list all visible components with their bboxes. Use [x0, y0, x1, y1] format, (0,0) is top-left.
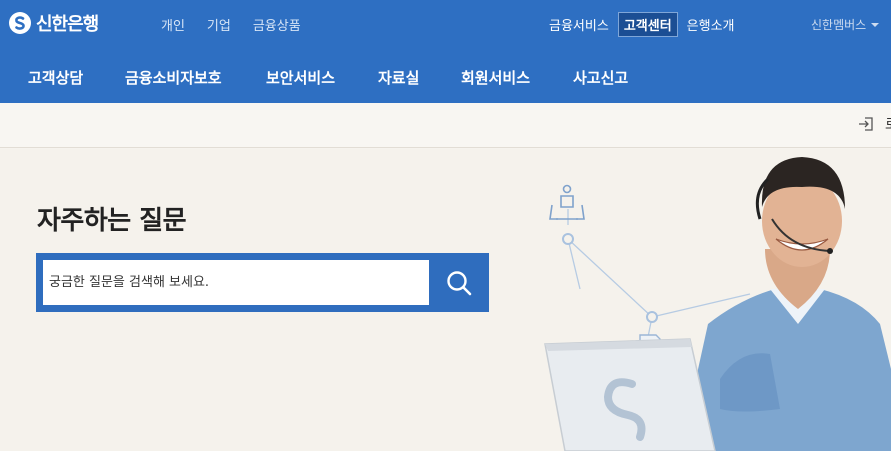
member-menu-label: 신한멤버스: [811, 18, 867, 32]
nav-financial-services[interactable]: 금융서비스: [549, 13, 609, 36]
faq-search-box: [36, 253, 489, 312]
faq-search-input[interactable]: [43, 260, 429, 305]
header: 신한은행 개인 기업 금융상품 금융서비스 고객센터 은행소개 신한멤버스 고객…: [0, 0, 891, 103]
laptop: [544, 338, 716, 451]
nav-bank-intro[interactable]: 은행소개: [687, 13, 735, 36]
nav-financial-products[interactable]: 금융상품: [253, 15, 301, 34]
main-nav-security-services[interactable]: 보안서비스: [266, 67, 335, 88]
main-nav-incident-report[interactable]: 사고신고: [573, 67, 628, 88]
agent-person: [680, 157, 891, 451]
login-icon[interactable]: [858, 116, 874, 132]
nav-personal[interactable]: 개인: [161, 15, 185, 34]
search-button[interactable]: [429, 253, 489, 312]
faq-title: 자주하는 질문: [37, 206, 187, 236]
shinhan-logo[interactable]: 신한은행: [9, 11, 99, 35]
people-icon: [549, 184, 585, 220]
login-link[interactable]: 로: [885, 114, 891, 134]
member-menu[interactable]: 신한멤버스: [811, 16, 880, 33]
search-icon: [447, 270, 472, 295]
main-nav-member-services[interactable]: 회원서비스: [461, 67, 530, 88]
caret-down-icon: [871, 22, 880, 27]
main-nav-resources[interactable]: 자료실: [378, 67, 419, 88]
main-nav-consumer-protection[interactable]: 금융소비자보호: [125, 67, 222, 88]
sub-toolbar: [0, 103, 891, 148]
nav-corporate[interactable]: 기업: [207, 15, 231, 34]
main-nav-consultation[interactable]: 고객상담: [28, 67, 83, 88]
top-utility-nav: 금융서비스 고객센터 은행소개: [549, 12, 735, 37]
customer-service-agent-illustration: [544, 157, 891, 451]
shinhan-logo-icon: [9, 12, 31, 34]
logo-text: 신한은행: [36, 14, 99, 35]
top-category-nav: 개인 기업 금융상품: [161, 15, 301, 34]
nav-customer-center[interactable]: 고객센터: [617, 12, 678, 37]
